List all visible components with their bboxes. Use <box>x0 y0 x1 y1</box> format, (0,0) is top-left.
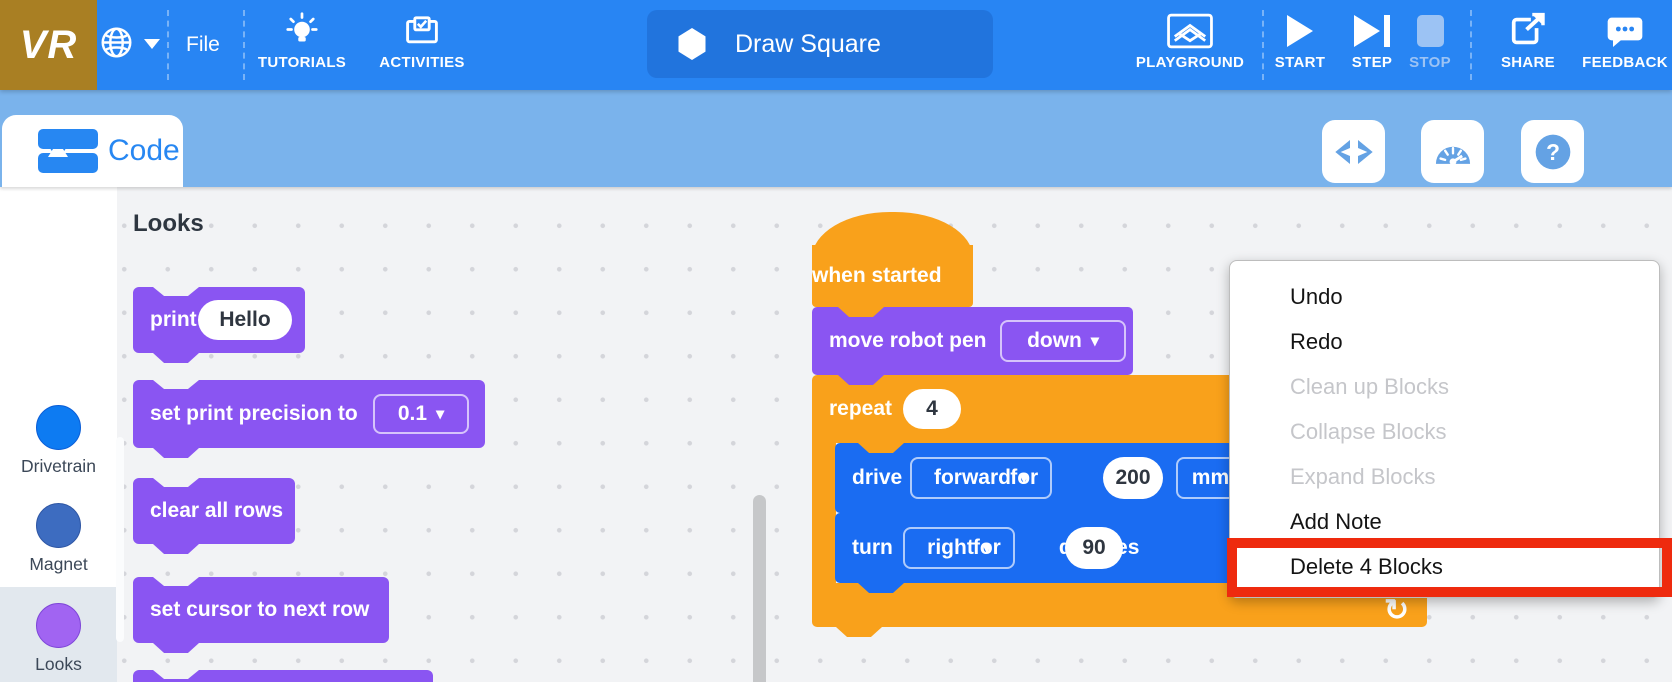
menu-item-undo[interactable]: Undo <box>1230 274 1659 319</box>
pen-position-dropdown[interactable]: down▾ <box>1000 320 1126 362</box>
file-menu[interactable]: File <box>186 33 220 57</box>
play-icon <box>1287 15 1313 47</box>
hexagon-icon <box>677 28 707 60</box>
palette-block-print[interactable]: print Hello <box>133 287 305 353</box>
tutorials-button[interactable]: TUTORIALS <box>242 10 362 71</box>
text-code-view-button[interactable] <box>1322 120 1385 183</box>
question-mark-icon: ? <box>1533 132 1573 172</box>
menu-item-collapse-blocks: Collapse Blocks <box>1230 409 1659 454</box>
block-category-sidebar: Drivetrain Magnet Looks Control Sensing <box>0 187 117 682</box>
palette-block-set-cursor-next-row[interactable]: set cursor to next row <box>133 577 389 643</box>
playground-icon <box>1125 10 1255 52</box>
menu-item-expand-blocks: Expand Blocks <box>1230 454 1659 499</box>
globe-icon <box>100 26 133 59</box>
toolbar-separator <box>167 10 169 80</box>
playground-button[interactable]: PLAYGROUND <box>1125 10 1255 71</box>
drive-direction-dropdown[interactable]: forward▾ <box>910 457 1052 499</box>
repeat-spine <box>812 443 836 583</box>
activities-button[interactable]: ACTIVITIES <box>362 10 482 71</box>
top-toolbar: VR File <box>0 0 1672 90</box>
project-name-button[interactable]: Draw Square <box>647 10 993 78</box>
precision-dropdown[interactable]: 0.1▾ <box>373 394 469 434</box>
turn-angle-input[interactable]: 90 <box>1065 527 1123 569</box>
sidebar-item-magnet[interactable]: Magnet <box>0 503 117 575</box>
code-brackets-icon <box>1334 137 1374 167</box>
looks-color-dot <box>36 603 81 648</box>
dropdown-caret-icon: ▾ <box>983 538 991 558</box>
dropdown-caret-icon: ▾ <box>1020 468 1028 488</box>
code-tab-label: Code <box>108 134 180 168</box>
language-menu[interactable] <box>100 26 160 59</box>
palette-flyout-scrollbar[interactable] <box>753 495 766 682</box>
dropdown-caret-icon: ▾ <box>1091 331 1099 351</box>
magnet-color-dot <box>36 503 81 548</box>
feedback-button[interactable]: FEEDBACK <box>1565 10 1672 71</box>
activities-icon <box>362 10 482 52</box>
help-button[interactable]: ? <box>1521 120 1584 183</box>
svg-text:?: ? <box>1546 139 1560 165</box>
menu-item-clean-up-blocks: Clean up Blocks <box>1230 364 1659 409</box>
palette-scrollbar-track <box>116 437 124 642</box>
repeat-count-input[interactable]: 4 <box>903 389 961 429</box>
sidebar-item-looks[interactable]: Looks <box>0 603 117 675</box>
dropdown-caret-icon: ▾ <box>436 404 444 424</box>
project-name: Draw Square <box>735 30 881 59</box>
lightbulb-icon <box>242 10 362 52</box>
sidebar-item-drivetrain[interactable]: Drivetrain <box>0 405 117 477</box>
palette-category-title: Looks <box>133 210 204 238</box>
vr-logo: VR <box>0 0 97 90</box>
blocks-icon <box>38 128 100 174</box>
feedback-icon <box>1565 10 1672 52</box>
stop-icon <box>1417 15 1444 47</box>
turn-direction-dropdown[interactable]: right▾ <box>903 527 1015 569</box>
block-drive[interactable]: drive forward▾ for 200 mm▾ <box>835 443 1265 513</box>
gauge-icon <box>1432 135 1474 169</box>
monitor-gauge-button[interactable] <box>1421 120 1484 183</box>
chevron-down-icon <box>144 39 160 49</box>
block-turn[interactable]: turn right▾ for 90 degrees <box>835 513 1245 583</box>
drivetrain-color-dot <box>36 405 81 450</box>
drive-distance-input[interactable]: 200 <box>1103 457 1163 499</box>
vexcode-vr-app: VR File <box>0 0 1672 682</box>
code-toolbar: Code ? <box>0 90 1672 187</box>
loop-arrow-icon: ↺ <box>1384 593 1409 628</box>
block-when-started[interactable]: when started <box>812 245 973 307</box>
print-value-input[interactable]: Hello <box>198 300 292 340</box>
palette-block-set-print-precision[interactable]: set print precision to 0.1▾ <box>133 380 485 448</box>
block-move-robot-pen[interactable]: move robot pen down▾ <box>812 307 1133 375</box>
menu-item-redo[interactable]: Redo <box>1230 319 1659 364</box>
tab-code[interactable]: Code <box>2 115 183 187</box>
delete-highlight-annotation <box>1227 538 1672 597</box>
palette-block-clear-all-rows[interactable]: clear all rows <box>133 478 295 544</box>
